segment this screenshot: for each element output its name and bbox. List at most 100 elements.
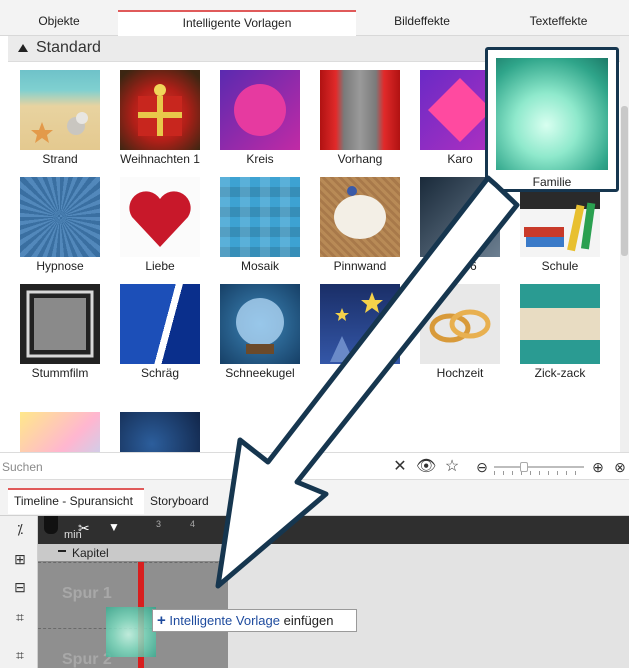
playhead-handle[interactable]: [44, 516, 58, 534]
zoom-out-icon[interactable]: ⊖: [472, 457, 492, 477]
template-sterne[interactable]: St: [310, 284, 410, 388]
template-konfetti[interactable]: [10, 412, 110, 452]
collapse-minus-icon[interactable]: [58, 550, 66, 552]
template-thumbnail: [320, 284, 400, 364]
slider-ticks: [494, 471, 584, 475]
template-zick-zack[interactable]: Zick-zack: [510, 284, 610, 388]
search-options-icon[interactable]: ⊗: [610, 457, 629, 477]
template-schraeg[interactable]: Schräg: [110, 284, 210, 388]
template-thumbnail: [320, 70, 400, 150]
template-thumbnail: [220, 177, 300, 257]
starfish-icon: [31, 112, 88, 143]
template-thumbnail: [20, 412, 100, 452]
template-label: Schule: [541, 259, 579, 273]
tab-bildeffekte[interactable]: Bildeffekte: [356, 10, 488, 36]
timeline-area: ⁒ ⊞ ⊟ ⌗ ⌗ min ✂ ▼ 3 4 Kapitel Spur 1 Spu…: [0, 516, 629, 668]
rings-icon: [429, 309, 491, 343]
template-thumbnail: [320, 177, 400, 257]
timeline-empty-area[interactable]: [228, 544, 629, 668]
heart-icon: [129, 191, 191, 247]
template-hypnose[interactable]: Hypnose: [10, 177, 110, 281]
template-kreis[interactable]: Kreis: [210, 70, 310, 174]
template-label: Schräg: [140, 366, 180, 380]
tab-timeline-spuransicht[interactable]: Timeline - Spuransicht: [8, 488, 144, 514]
template-thumbnail: [420, 284, 500, 364]
template-weihnachten-1[interactable]: Weihnachten 1: [110, 70, 210, 174]
tab-objekte[interactable]: Objekte: [0, 10, 118, 36]
chapter-label: Kapitel: [72, 546, 109, 560]
template-label: Strand: [42, 152, 78, 166]
template-thumbnail: [120, 70, 200, 150]
section-label: Standard: [36, 39, 101, 56]
thumbnail-size-slider[interactable]: [494, 462, 584, 475]
clear-search-icon[interactable]: ✕: [390, 457, 410, 477]
template-strand[interactable]: Strand: [10, 70, 110, 174]
star-icon: [330, 292, 383, 362]
template-schule[interactable]: Schule: [510, 177, 610, 281]
add-track-icon[interactable]: ⊞: [9, 548, 31, 570]
ruler-mark: 3: [156, 519, 162, 529]
template-thumbnail: [496, 58, 608, 170]
track-label: Spur 2: [62, 651, 112, 668]
template-label: Pinnwand: [333, 259, 387, 273]
template-thumbnail: [520, 284, 600, 364]
template-label: Vorhang: [337, 152, 383, 166]
tooltip-template-text: Intelligente Vorlage: [169, 613, 280, 628]
insert-tooltip: + Intelligente Vorlage einfügen: [152, 609, 357, 632]
template-thumbnail: [20, 284, 100, 364]
timeline-ruler[interactable]: min ✂ ▼ 3 4: [38, 516, 629, 544]
template-schneekugel[interactable]: Schneekugel: [210, 284, 310, 388]
slider-knob[interactable]: [520, 462, 528, 472]
template-mosaik[interactable]: Mosaik: [210, 177, 310, 281]
expand-icon[interactable]: ⌗: [9, 644, 31, 666]
remove-track-icon[interactable]: ⊟: [9, 576, 31, 598]
gallery-scrollbar[interactable]: [620, 36, 629, 452]
track-label: Spur 1: [62, 585, 112, 602]
scrollbar-thumb[interactable]: [621, 106, 628, 256]
tab-intelligente-vorlagen[interactable]: Intelligente Vorlagen: [118, 10, 356, 37]
collapse-triangle-icon[interactable]: [18, 44, 28, 52]
template-label: Zick-zack: [534, 366, 586, 380]
snow-globe-icon: [236, 298, 284, 354]
template-label: Hochzeit: [436, 366, 484, 380]
zoom-in-icon[interactable]: ⊕: [588, 457, 608, 477]
template-pinnwand[interactable]: Pinnwand: [310, 177, 410, 281]
tab-texteffekte[interactable]: Texteffekte: [488, 10, 629, 36]
template-label: Mosaik: [240, 259, 279, 273]
star-favorite-icon[interactable]: ☆: [442, 457, 462, 477]
template-label: ute 66: [443, 259, 477, 273]
template-label: Hypnose: [36, 259, 84, 273]
template-stummfilm[interactable]: Stummfilm: [10, 284, 110, 388]
template-thumbnail: [120, 284, 200, 364]
plus-icon: +: [157, 612, 166, 629]
template-familie-highlighted[interactable]: Familie: [485, 47, 619, 192]
circle-shape-icon: [234, 84, 286, 136]
tab-storyboard[interactable]: Storyboard: [150, 488, 230, 514]
frame-icon: [26, 290, 94, 358]
template-thumbnail: [120, 412, 200, 452]
tooltip-action-text: einfügen: [279, 613, 334, 628]
timeline-toolbar: ⁒ ⊞ ⊟ ⌗ ⌗: [0, 516, 38, 668]
template-liebe[interactable]: Liebe: [110, 177, 210, 281]
scissors-icon[interactable]: ✂: [78, 520, 90, 537]
template-hochzeit[interactable]: Hochzeit: [410, 284, 510, 388]
snap-tool-icon[interactable]: ⁒: [9, 518, 31, 540]
eye-icon[interactable]: 👁: [416, 457, 436, 477]
ruler-mark: 4: [190, 519, 196, 529]
gift-icon: [138, 84, 182, 136]
template-label: Weihnachten 1: [120, 152, 200, 166]
template-label: Familie: [532, 175, 572, 189]
marker-icon[interactable]: ▼: [108, 520, 120, 534]
template-route-66[interactable]: ute 66: [410, 177, 510, 281]
template-vorhang[interactable]: Vorhang: [310, 70, 410, 174]
chapter-row[interactable]: Kapitel: [38, 544, 228, 562]
search-input[interactable]: [2, 456, 382, 478]
panel-tab-bar: Objekte Intelligente Vorlagen Bildeffekt…: [0, 0, 629, 37]
template-3d[interactable]: [110, 412, 210, 452]
template-thumbnail: [20, 177, 100, 257]
drag-preview-thumbnail: [106, 607, 156, 657]
fit-zoom-icon[interactable]: ⌗: [9, 606, 31, 628]
template-label: St: [354, 366, 366, 380]
template-label: Liebe: [145, 259, 175, 273]
template-thumbnail: [220, 284, 300, 364]
